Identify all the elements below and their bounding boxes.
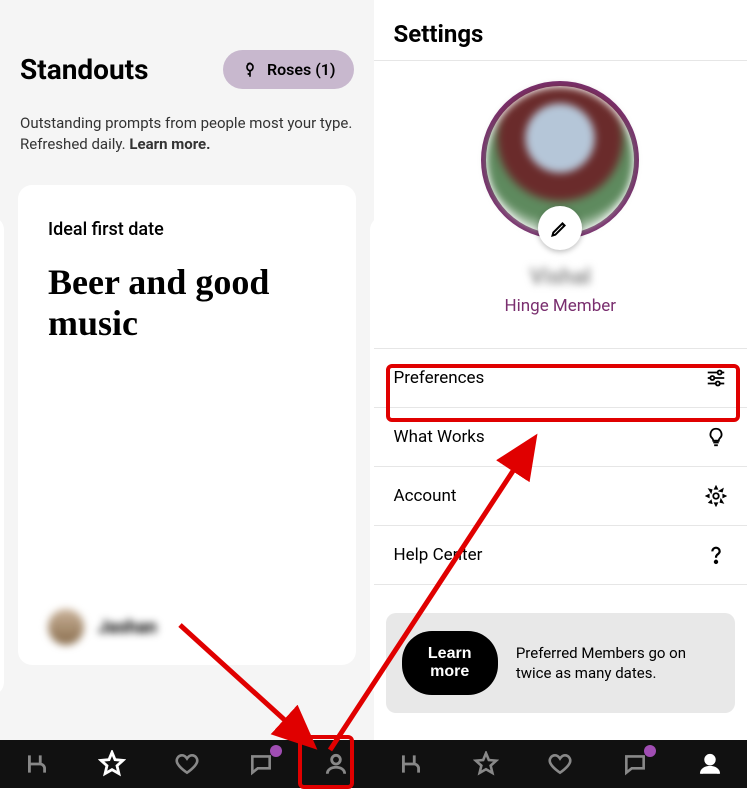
settings-title: Settings <box>374 0 747 61</box>
profile-name: Vishal <box>530 265 591 290</box>
promo-card: Learn more Preferred Members go on twice… <box>386 613 735 713</box>
star-icon <box>473 751 499 777</box>
member-label: Hinge Member <box>505 296 617 316</box>
heart-icon <box>174 751 200 777</box>
nav-hinge[interactable] <box>396 749 426 779</box>
bottom-nav <box>0 740 747 788</box>
settings-item-label: Help Center <box>394 545 483 565</box>
settings-item-label: What Works <box>394 427 485 447</box>
nav-heart[interactable] <box>545 749 575 779</box>
edit-profile-button[interactable] <box>538 206 582 250</box>
nav-star[interactable] <box>471 749 501 779</box>
settings-item-account[interactable]: Account <box>374 467 747 526</box>
profile-icon <box>697 751 723 777</box>
annotation-highlight-profile-nav <box>298 735 354 789</box>
learn-more-link[interactable]: Learn more. <box>129 135 210 153</box>
pencil-icon <box>550 218 570 238</box>
promo-learn-more-button[interactable]: Learn more <box>402 631 498 695</box>
notification-badge <box>644 745 656 757</box>
card-peek-left <box>0 216 4 696</box>
promo-text: Preferred Members go on twice as many da… <box>516 643 719 684</box>
page-title: Standouts <box>20 53 149 86</box>
prompt-label: Ideal first date <box>48 219 326 240</box>
standouts-screen: Standouts Roses (1) Outstanding prompts … <box>0 0 374 788</box>
chat-icon <box>622 751 648 777</box>
roses-label: Roses (1) <box>267 60 336 79</box>
rose-icon <box>241 61 259 79</box>
hinge-icon <box>24 751 50 777</box>
profile-name-small: Jashan <box>98 617 157 638</box>
settings-item-help[interactable]: Help Center <box>374 526 747 585</box>
settings-item-label: Account <box>394 486 457 506</box>
nav-star[interactable] <box>97 749 127 779</box>
standouts-subtitle: Outstanding prompts from people most you… <box>20 113 354 155</box>
standouts-header: Standouts Roses (1) <box>20 50 354 89</box>
nav-chat[interactable] <box>620 749 650 779</box>
profile-block: Vishal Hinge Member <box>374 61 747 330</box>
lightbulb-icon <box>705 426 727 448</box>
heart-icon <box>547 751 573 777</box>
card-profile: Jashan <box>48 609 326 645</box>
prompt-answer: Beer and good music <box>48 262 326 345</box>
nav-hinge[interactable] <box>22 749 52 779</box>
prompt-card[interactable]: Ideal first date Beer and good music Jas… <box>18 185 356 665</box>
hinge-icon <box>398 751 424 777</box>
nav-heart[interactable] <box>172 749 202 779</box>
roses-button[interactable]: Roses (1) <box>223 50 354 89</box>
nav-chat[interactable] <box>246 749 276 779</box>
avatar-ring[interactable] <box>481 81 639 239</box>
star-icon <box>98 750 126 778</box>
notification-badge <box>270 745 282 757</box>
nav-profile[interactable] <box>695 749 725 779</box>
profile-avatar-small <box>48 609 84 645</box>
annotation-highlight-preferences <box>386 364 740 422</box>
question-icon <box>705 544 727 566</box>
nav-right <box>374 740 747 788</box>
gear-icon <box>705 485 727 507</box>
